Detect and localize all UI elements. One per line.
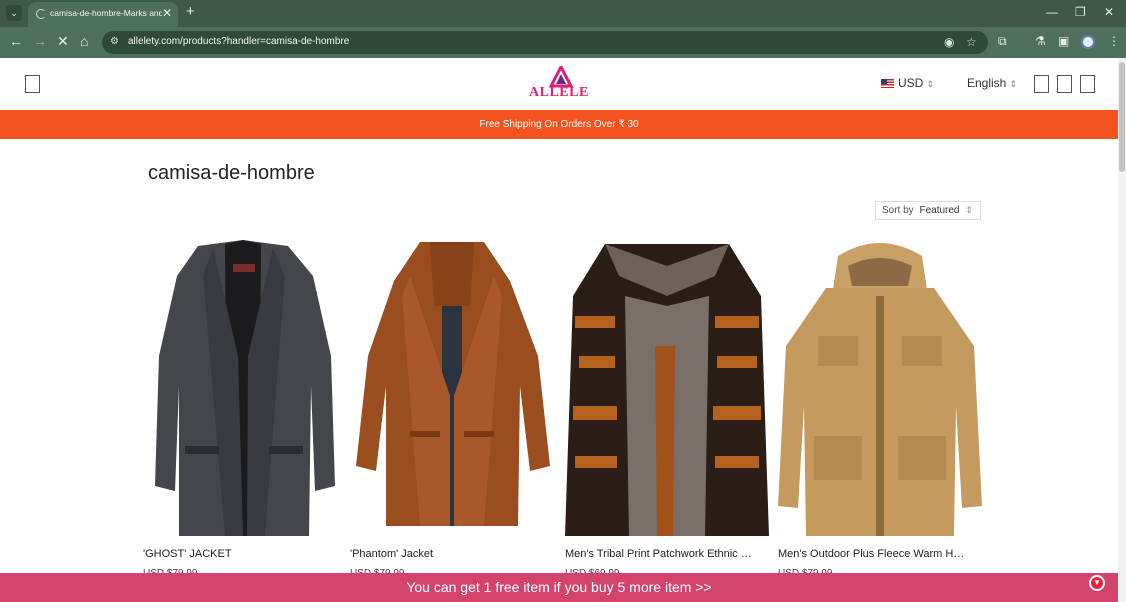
close-window-icon[interactable]: ✕	[1104, 5, 1114, 19]
product-name[interactable]: 'Phantom' Jacket	[350, 548, 540, 560]
product-image[interactable]	[143, 236, 347, 540]
account-icon[interactable]	[1057, 75, 1072, 93]
us-flag-icon	[881, 79, 894, 89]
product-image[interactable]	[778, 236, 982, 540]
chevron-updown-icon: ⇕	[926, 79, 934, 89]
product-image[interactable]	[565, 236, 769, 540]
back-icon[interactable]: ←	[9, 33, 23, 49]
chevron-updown-icon: ⇕	[1009, 79, 1017, 89]
new-tab-button[interactable]: +	[186, 3, 195, 20]
product-card[interactable]: Men's Tribal Print Patchwork Ethnic Jack…	[565, 236, 769, 579]
product-card[interactable]: 'Phantom' Jacket USD $79.99	[350, 236, 554, 579]
profile-avatar[interactable]	[1081, 35, 1095, 49]
page-title: camisa-de-hombre	[148, 162, 315, 184]
page-scrollbar[interactable]	[1118, 58, 1126, 602]
gift-icon[interactable]: ▼	[1089, 575, 1105, 591]
scrollbar-thumb[interactable]	[1119, 62, 1125, 172]
labs-icon[interactable]: ⚗	[1035, 34, 1046, 48]
page-content: ALLELE USD ⇕ English ⇕ Free Shipping On Or…	[0, 58, 1118, 602]
tab-search-icon[interactable]: ⌄	[6, 5, 22, 21]
product-card[interactable]: 'GHOST' JACKET USD $79.99	[143, 236, 347, 579]
side-panel-icon[interactable]: ▣	[1058, 34, 1069, 48]
currency-selector[interactable]: USD ⇕	[881, 76, 934, 90]
bookmark-star-icon[interactable]: ☆	[966, 35, 977, 49]
address-bar[interactable]: ⚙ allelety.com/products?handler=camisa-d…	[102, 31, 988, 54]
cart-icon[interactable]	[1080, 75, 1095, 93]
search-icon[interactable]	[1034, 75, 1049, 93]
home-icon[interactable]: ⌂	[80, 33, 88, 49]
site-info-icon[interactable]: ⚙	[110, 36, 119, 47]
browser-toolbar: ← → ✕ ⌂ ⚙ allelety.com/products?handler=…	[0, 27, 1126, 58]
free-shipping-banner[interactable]: Free Shipping On Orders Over ₹ 30	[0, 110, 1118, 139]
eye-off-icon[interactable]: ◉	[944, 35, 954, 49]
site-logo[interactable]: ALLELE	[526, 63, 596, 102]
minimize-icon[interactable]: —	[1046, 5, 1058, 19]
free-item-promo-bar[interactable]: You can get 1 free item if you buy 5 mor…	[0, 573, 1118, 602]
close-tab-icon[interactable]: ✕	[162, 6, 172, 20]
url-text[interactable]: allelety.com/products?handler=camisa-de-…	[128, 36, 349, 47]
language-selector[interactable]: English ⇕	[967, 76, 1017, 90]
sort-dropdown[interactable]: Sort by Featured ⇕	[875, 201, 981, 220]
product-name[interactable]: Men's Outdoor Plus Fleece Warm Hooded Ja…	[778, 548, 968, 560]
chevron-updown-icon: ⇕	[965, 205, 973, 215]
product-image[interactable]	[350, 236, 554, 540]
restore-icon[interactable]: ❐	[1075, 5, 1086, 19]
product-name[interactable]: Men's Tribal Print Patchwork Ethnic Jack…	[565, 548, 755, 560]
logo-text: ALLELE	[529, 85, 589, 100]
product-card[interactable]: Men's Outdoor Plus Fleece Warm Hooded Ja…	[778, 236, 982, 579]
site-header: ALLELE USD ⇕ English ⇕	[0, 58, 1118, 110]
browser-tab[interactable]: camisa-de-hombre-Marks and ✕	[28, 2, 178, 27]
loading-icon	[36, 9, 46, 19]
sort-value: Featured	[919, 205, 960, 216]
sort-label: Sort by	[882, 205, 914, 216]
tab-title: camisa-de-hombre-Marks and	[50, 8, 162, 18]
browser-tab-bar: ⌄ camisa-de-hombre-Marks and ✕ + — ❐ ✕	[0, 0, 1126, 27]
more-menu-icon[interactable]: ⋮	[1108, 34, 1120, 48]
stop-icon[interactable]: ✕	[57, 33, 69, 50]
forward-icon[interactable]: →	[33, 33, 47, 49]
product-name[interactable]: 'GHOST' JACKET	[143, 548, 333, 560]
extensions-icon[interactable]: ⧉	[998, 34, 1007, 49]
language-label: English	[967, 76, 1007, 90]
currency-label: USD	[898, 76, 924, 90]
menu-icon[interactable]	[25, 75, 40, 93]
